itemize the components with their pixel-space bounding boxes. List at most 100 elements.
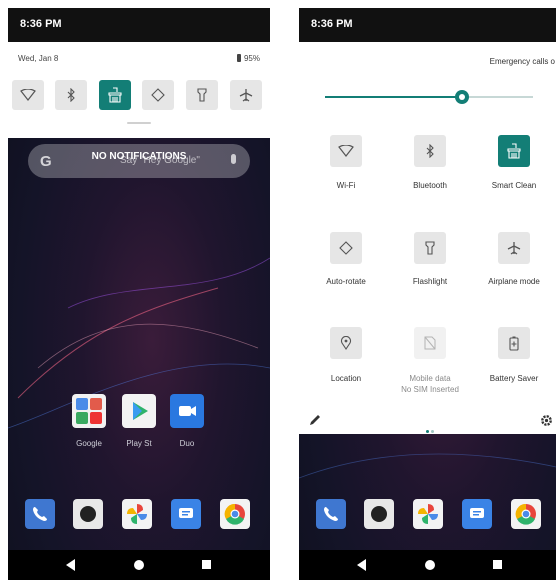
wifi-icon [338, 145, 354, 157]
recents-button[interactable] [202, 560, 211, 569]
quick-tile-wifi[interactable] [12, 80, 44, 110]
youtube-app-icon [90, 412, 102, 424]
quick-tile-smart-clean[interactable] [498, 135, 530, 167]
play-store-icon [133, 402, 148, 420]
home-button[interactable] [425, 560, 435, 570]
page-indicator [425, 420, 435, 438]
edit-pencil-icon[interactable] [309, 414, 321, 426]
smart-clean-icon [108, 87, 122, 103]
navigation-bar [8, 550, 270, 580]
status-bar: 8:36 PM [299, 8, 556, 42]
maps-app-icon [76, 412, 88, 424]
dock-camera[interactable] [73, 499, 103, 529]
dock-chrome[interactable] [220, 499, 250, 529]
quick-tile-bluetooth[interactable] [55, 80, 87, 110]
tile-label-mobile-data: Mobile data No SIM Inserted [387, 373, 473, 395]
brightness-slider-thumb[interactable] [455, 90, 470, 104]
navigation-bar [299, 550, 556, 580]
page-dot-active [426, 430, 429, 433]
battery-saver-icon [509, 336, 519, 351]
quick-tile-flashlight[interactable] [186, 80, 218, 110]
quick-tile-bluetooth[interactable] [414, 135, 446, 167]
quick-tile-airplane[interactable] [230, 80, 262, 110]
dock-phone[interactable] [316, 499, 346, 529]
brightness-slider[interactable] [325, 90, 533, 104]
dock-camera[interactable] [364, 499, 394, 529]
quick-tile-battery-saver[interactable] [498, 327, 530, 359]
back-button[interactable] [357, 559, 366, 571]
quick-tile-location[interactable] [330, 327, 362, 359]
flashlight-icon [425, 241, 435, 255]
settings-gear-icon[interactable] [540, 414, 553, 427]
back-button[interactable] [66, 559, 75, 571]
auto-rotate-icon [339, 241, 353, 255]
emergency-calls-label: Emergency calls o [489, 57, 555, 66]
tile-label-airplane: Airplane mode [488, 277, 540, 286]
dock-messages[interactable] [462, 499, 492, 529]
camera-icon [80, 506, 96, 522]
quick-tile-smart-clean[interactable] [99, 80, 131, 110]
tile-label-battery-saver: Battery Saver [489, 374, 539, 383]
photos-icon [418, 504, 438, 524]
flashlight-icon [197, 88, 207, 102]
notification-shade: Wed, Jan 8 95% [8, 42, 270, 138]
tile-label-auto-rotate: Auto-rotate [326, 277, 366, 286]
tile-label-location: Location [330, 374, 362, 383]
gmail-app-icon [90, 398, 102, 410]
brightness-slider-fill [325, 96, 463, 98]
dock-photos[interactable] [122, 499, 152, 529]
messages-icon [179, 508, 193, 518]
quick-tile-flashlight[interactable] [414, 232, 446, 264]
camera-icon [371, 506, 387, 522]
duo-camera-icon [179, 406, 196, 416]
dock-photos[interactable] [413, 499, 443, 529]
app-label-google: Google [76, 439, 102, 448]
app-label-play-store: Play St [126, 439, 152, 448]
no-sim-icon [424, 336, 436, 350]
messages-icon [470, 508, 484, 518]
quick-tile-wifi[interactable] [330, 135, 362, 167]
date-label: Wed, Jan 8 [18, 54, 59, 63]
auto-rotate-icon [151, 88, 165, 102]
photos-icon [127, 504, 147, 524]
quick-tile-auto-rotate[interactable] [142, 80, 174, 110]
google-app-icon [76, 398, 88, 410]
status-time: 8:36 PM [20, 18, 62, 30]
no-notifications-label: NO NOTIFICATIONS [91, 151, 187, 162]
home-button[interactable] [134, 560, 144, 570]
quick-settings-panel: Emergency calls o Wi-Fi Bluetooth Smart … [299, 42, 556, 434]
brightness-icon [459, 94, 466, 100]
tile-label-smart-clean: Smart Clean [491, 181, 537, 190]
status-bar: 8:36 PM [8, 8, 270, 42]
phone-icon [33, 507, 47, 521]
airplane-icon [239, 89, 253, 102]
bluetooth-icon [67, 88, 75, 102]
battery-icon [236, 54, 241, 62]
chrome-icon [224, 503, 245, 525]
app-play-store[interactable] [122, 394, 156, 428]
tile-label-flashlight: Flashlight [412, 277, 448, 286]
app-duo[interactable] [170, 394, 204, 428]
chrome-icon [515, 503, 536, 525]
mobile-data-label: Mobile data [409, 374, 451, 383]
shade-drag-handle[interactable] [127, 122, 151, 124]
battery-percent: 95% [243, 54, 260, 63]
quick-tile-mobile-data[interactable] [414, 327, 446, 359]
smart-clean-icon [507, 143, 521, 159]
phone-icon [324, 507, 338, 521]
app-google-folder[interactable] [72, 394, 106, 428]
right-phone-screen: 8:36 PM Emergency calls o Wi-Fi Bluetoot… [299, 8, 556, 580]
wifi-icon [20, 89, 36, 101]
recents-button[interactable] [493, 560, 502, 569]
page-dot [431, 430, 434, 433]
tile-label-wifi: Wi-Fi [336, 181, 356, 190]
battery-status: 95% [236, 54, 260, 63]
dock-chrome[interactable] [511, 499, 541, 529]
dock-messages[interactable] [171, 499, 201, 529]
quick-tile-auto-rotate[interactable] [330, 232, 362, 264]
quick-tile-airplane[interactable] [498, 232, 530, 264]
mobile-data-sublabel: No SIM Inserted [401, 385, 459, 394]
left-phone-screen: 8:36 PM Wed, Jan 8 95% G Say "Hey Google… [8, 8, 270, 580]
location-icon [340, 336, 352, 350]
dock-phone[interactable] [25, 499, 55, 529]
